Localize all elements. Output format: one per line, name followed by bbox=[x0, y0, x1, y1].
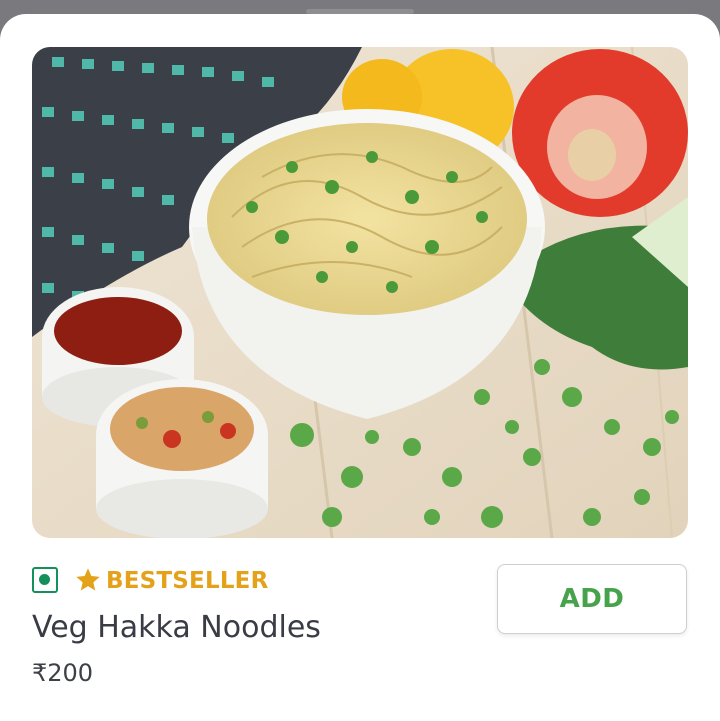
item-name: Veg Hakka Noodles bbox=[32, 610, 321, 645]
item-price: ₹200 bbox=[32, 659, 94, 687]
item-photo bbox=[32, 47, 688, 538]
item-detail-sheet: BESTSELLER Veg Hakka Noodles ₹200 ADD bbox=[0, 14, 720, 721]
veg-icon bbox=[32, 567, 58, 593]
bestseller-badge: BESTSELLER bbox=[106, 568, 269, 594]
add-button[interactable]: ADD bbox=[497, 564, 687, 634]
star-icon bbox=[76, 568, 100, 591]
